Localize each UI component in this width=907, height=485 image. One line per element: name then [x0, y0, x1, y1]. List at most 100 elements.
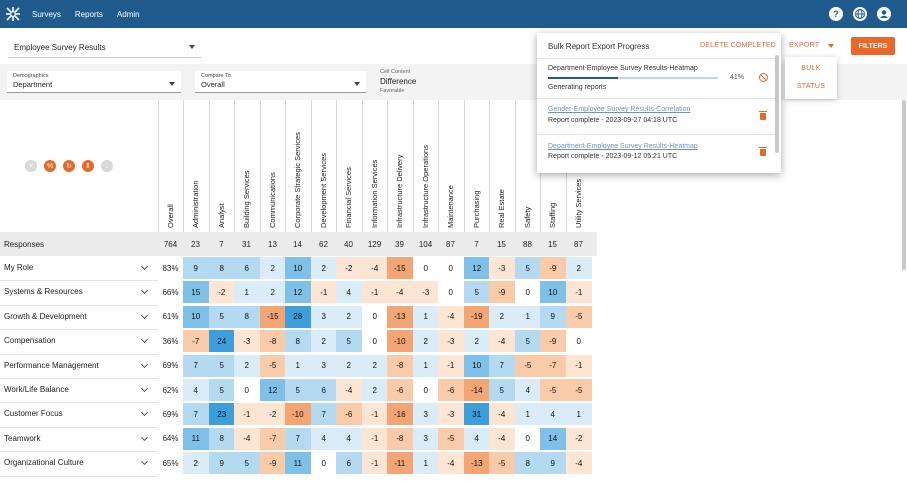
- heatmap-cell[interactable]: 2: [234, 354, 260, 377]
- heatmap-cell[interactable]: 8: [209, 257, 235, 279]
- heatmap-cell[interactable]: 10: [183, 305, 209, 328]
- export-caret-icon[interactable]: [828, 44, 834, 48]
- column-header[interactable]: Administration: [183, 100, 209, 232]
- heatmap-cell[interactable]: 3: [311, 305, 337, 328]
- compare-to-select[interactable]: Compare To Overall: [195, 71, 366, 93]
- heatmap-cell[interactable]: 23: [209, 403, 235, 426]
- heatmap-cell[interactable]: -10: [285, 403, 311, 426]
- heatmap-cell[interactable]: -1: [234, 403, 260, 426]
- heatmap-cell[interactable]: -4: [387, 281, 413, 304]
- heatmap-cell[interactable]: 11: [285, 452, 311, 475]
- heatmap-cell[interactable]: 0: [413, 257, 439, 279]
- heatmap-cell[interactable]: 5: [515, 330, 541, 353]
- heatmap-cell[interactable]: 4: [515, 379, 541, 401]
- heatmap-cell[interactable]: -5: [489, 452, 515, 475]
- heatmap-cell[interactable]: 3: [413, 403, 439, 426]
- heatmap-cell[interactable]: 2: [311, 257, 337, 279]
- heatmap-cell[interactable]: 15: [183, 281, 209, 304]
- heatmap-cell[interactable]: 24: [209, 330, 235, 353]
- heatmap-cell[interactable]: -5: [566, 379, 592, 401]
- heatmap-cell[interactable]: -6: [336, 403, 362, 426]
- heatmap-cell[interactable]: -5: [438, 427, 464, 450]
- heatmap-cell[interactable]: -2: [566, 427, 592, 450]
- heatmap-cell[interactable]: 7: [183, 403, 209, 426]
- job-download-link[interactable]: Gender-Employee Survey Results-Correlati…: [548, 106, 690, 113]
- heatmap-cell[interactable]: -4: [438, 305, 464, 328]
- heatmap-cell[interactable]: -3: [413, 281, 439, 304]
- heatmap-cell[interactable]: -13: [387, 305, 413, 328]
- heatmap-cell[interactable]: -5: [515, 354, 541, 377]
- chevron-down-icon[interactable]: [140, 409, 149, 417]
- column-header[interactable]: Infrastructure Operations: [413, 100, 439, 232]
- sort-icon[interactable]: ⇕: [82, 160, 94, 172]
- heatmap-cell[interactable]: 6: [234, 257, 260, 279]
- heatmap-cell[interactable]: 2: [413, 330, 439, 353]
- trash-icon[interactable]: [759, 111, 767, 120]
- user-account-icon[interactable]: [877, 7, 891, 21]
- heatmap-cell[interactable]: 8: [234, 305, 260, 328]
- download-icon[interactable]: ↓: [101, 160, 113, 172]
- chevron-down-icon[interactable]: [140, 311, 149, 319]
- heatmap-cell[interactable]: 0: [438, 281, 464, 304]
- heatmap-cell[interactable]: 0: [413, 379, 439, 401]
- heatmap-cell[interactable]: 1: [413, 452, 439, 475]
- help-icon[interactable]: ?: [829, 7, 843, 21]
- heatmap-cell[interactable]: -1: [311, 281, 337, 304]
- heatmap-cell[interactable]: 1: [515, 403, 541, 426]
- heatmap-cell[interactable]: 9: [540, 452, 566, 475]
- heatmap-cell[interactable]: -1: [362, 452, 388, 475]
- heatmap-cell[interactable]: -7: [260, 427, 286, 450]
- heatmap-cell[interactable]: 12: [464, 257, 490, 279]
- heatmap-cell[interactable]: -4: [489, 403, 515, 426]
- refresh-icon[interactable]: ↻: [63, 160, 75, 172]
- heatmap-cell[interactable]: -5: [566, 305, 592, 328]
- heatmap-cell[interactable]: -11: [387, 452, 413, 475]
- column-header[interactable]: Real Estate: [489, 100, 515, 232]
- heatmap-cell[interactable]: 10: [464, 354, 490, 377]
- heatmap-cell[interactable]: 7: [489, 354, 515, 377]
- job-download-link[interactable]: Department-Employee Survey Results-Heatm…: [548, 143, 698, 150]
- heatmap-cell[interactable]: -4: [234, 427, 260, 450]
- heatmap-cell[interactable]: 5: [209, 305, 235, 328]
- chevron-down-icon[interactable]: [140, 336, 149, 344]
- heatmap-cell[interactable]: 2: [336, 354, 362, 377]
- heatmap-cell[interactable]: 1: [515, 305, 541, 328]
- heatmap-cell[interactable]: -2: [209, 281, 235, 304]
- heatmap-cell[interactable]: 7: [311, 403, 337, 426]
- heatmap-cell[interactable]: -4: [438, 452, 464, 475]
- column-header[interactable]: Purchasing: [464, 100, 490, 232]
- chevron-down-icon[interactable]: [140, 384, 149, 393]
- demographics-select[interactable]: Demographics Department: [7, 71, 181, 93]
- heatmap-cell[interactable]: -3: [489, 257, 515, 279]
- heatmap-cell[interactable]: -13: [464, 452, 490, 475]
- column-header[interactable]: Analyst: [209, 100, 235, 232]
- column-header[interactable]: Maintenance: [438, 100, 464, 232]
- heatmap-cell[interactable]: 1: [234, 281, 260, 304]
- cancel-icon[interactable]: [759, 73, 768, 82]
- heatmap-cell[interactable]: 1: [413, 305, 439, 328]
- heatmap-cell[interactable]: 4: [311, 427, 337, 450]
- heatmap-cell[interactable]: 4: [540, 403, 566, 426]
- heatmap-cell[interactable]: -3: [438, 403, 464, 426]
- heatmap-cell[interactable]: 8: [209, 427, 235, 450]
- export-button[interactable]: EXPORT: [789, 42, 819, 49]
- heatmap-cell[interactable]: 0: [438, 257, 464, 279]
- globe-icon[interactable]: [853, 7, 867, 21]
- heatmap-cell[interactable]: -10: [387, 330, 413, 353]
- heatmap-cell[interactable]: 2: [362, 354, 388, 377]
- heatmap-cell[interactable]: 8: [285, 330, 311, 353]
- panel-scrollbar[interactable]: [775, 55, 779, 153]
- heatmap-cell[interactable]: 31: [464, 403, 490, 426]
- column-header[interactable]: Development Services: [311, 100, 337, 232]
- heatmap-cell[interactable]: 4: [336, 427, 362, 450]
- heatmap-cell[interactable]: 0: [362, 330, 388, 353]
- survey-select[interactable]: Employee Survey Results: [8, 36, 201, 58]
- heatmap-cell[interactable]: 10: [540, 281, 566, 304]
- heatmap-cell[interactable]: -5: [540, 379, 566, 401]
- chevron-down-icon[interactable]: [140, 458, 149, 466]
- column-header[interactable]: Infrastructure Delivery: [387, 100, 413, 232]
- heatmap-cell[interactable]: 10: [285, 257, 311, 279]
- percent-icon[interactable]: %: [44, 160, 56, 172]
- heatmap-cell[interactable]: 9: [209, 452, 235, 475]
- heatmap-cell[interactable]: -3: [438, 330, 464, 353]
